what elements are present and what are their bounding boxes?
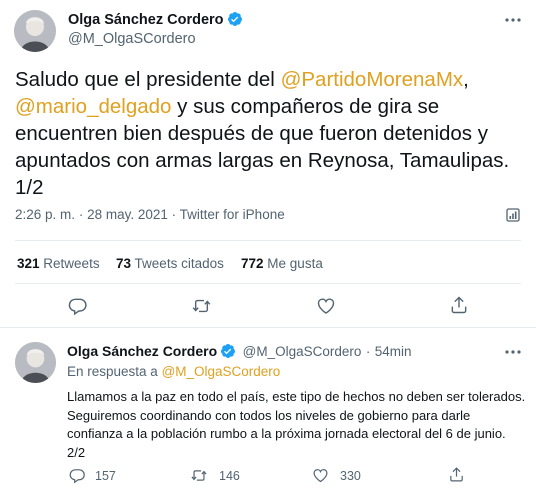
likes-stat[interactable]: 772 Me gusta [241,256,323,271]
retweet-action[interactable]: 146 [190,467,240,484]
reply-header: Olga Sánchez Cordero @M_OlgaSCordero · 5… [67,343,412,361]
tweet-time[interactable]: 2:26 p. m. [15,207,75,222]
tweet-text-segment: , [463,68,469,91]
like-icon [312,467,329,484]
author-name-row: Olga Sánchez Cordero [68,11,243,29]
retweet-icon[interactable] [191,296,212,316]
reply-author-name[interactable]: Olga Sánchez Cordero [67,343,217,359]
retweet-count: 146 [219,468,240,483]
retweets-count: 321 [17,256,40,271]
reply-author-avatar[interactable] [15,342,56,383]
in-reply-label: En respuesta a [67,364,162,379]
retweets-label: Retweets [43,256,100,271]
divider [15,283,521,284]
likes-count: 772 [241,256,264,271]
analytics-icon[interactable] [505,207,521,223]
author-handle[interactable]: @M_OlgaSCordero [68,31,196,47]
verified-badge-icon [220,343,236,359]
in-reply-handle[interactable]: @M_OlgaSCordero [162,364,281,379]
reply-action[interactable]: 157 [69,467,116,484]
share-icon[interactable] [448,466,465,483]
reply-author-handle[interactable]: @M_OlgaSCordero [243,344,362,359]
quotes-stat[interactable]: 73 Tweets citados [116,256,224,271]
tweet-text-segment: Saludo que el presidente del [15,68,281,91]
more-options-icon[interactable] [503,344,525,360]
meta-separator: · [171,207,177,222]
quotes-label: Tweets citados [134,256,224,271]
reply-tweet-text: Llamamos a la paz en todo el país, este … [67,389,526,460]
tweet-date[interactable]: 28 may. 2021 [87,207,168,222]
more-options-icon[interactable] [503,12,525,28]
mention-link[interactable]: @PartidoMorenaMx [281,68,464,91]
meta-separator: · [365,344,371,359]
reply-icon [69,467,86,484]
share-icon[interactable] [449,295,469,315]
like-count: 330 [340,468,361,483]
retweet-icon [190,467,208,484]
tweet-text: Saludo que el presidente del @PartidoMor… [15,66,527,201]
author-avatar[interactable] [14,10,56,52]
divider [15,240,521,241]
like-action[interactable]: 330 [312,467,361,484]
meta-separator: · [78,207,84,222]
reply-age[interactable]: 54min [375,344,412,359]
reply-count: 157 [95,468,116,483]
in-reply-to: En respuesta a @M_OlgaSCordero [67,364,280,379]
verified-badge-icon [227,11,243,27]
tweet-metadata: 2:26 p. m. · 28 may. 2021 · Twitter for … [15,207,285,222]
mention-link[interactable]: @mario_delgado [15,95,171,118]
divider [0,327,536,328]
tweet-source[interactable]: Twitter for iPhone [180,207,285,222]
author-name[interactable]: Olga Sánchez Cordero [68,12,224,28]
reply-icon[interactable] [68,296,88,316]
retweets-stat[interactable]: 321 Retweets [17,256,100,271]
like-icon[interactable] [316,296,336,316]
likes-label: Me gusta [267,256,323,271]
quotes-count: 73 [116,256,132,271]
